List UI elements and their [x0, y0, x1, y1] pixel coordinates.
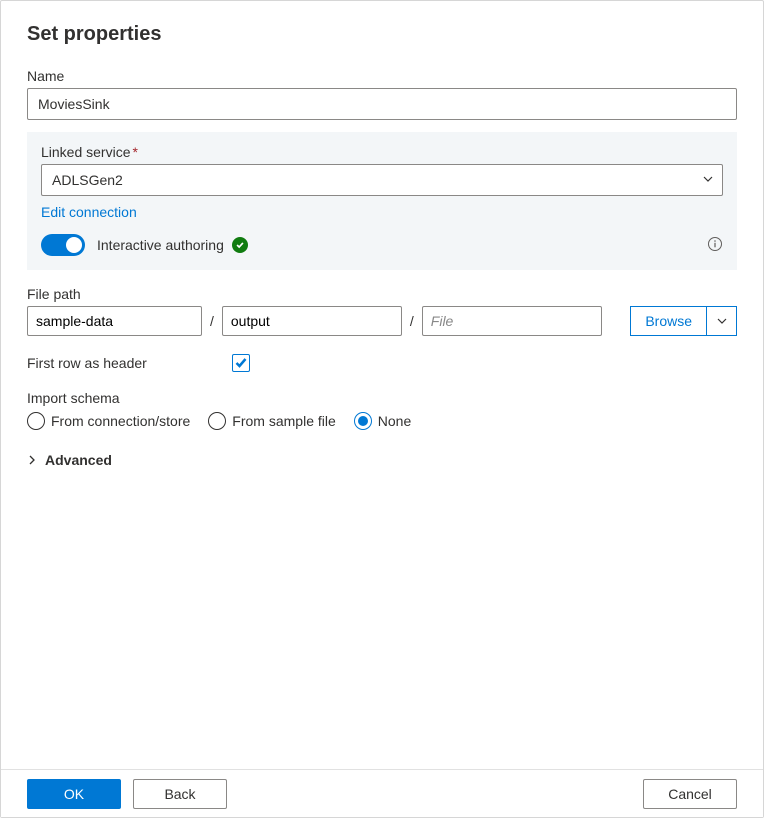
radio-icon [354, 412, 372, 430]
import-schema-options: From connection/store From sample file N… [27, 412, 737, 430]
browse-caret-button[interactable] [707, 306, 737, 336]
page-title: Set properties [27, 23, 737, 46]
file-path-file-input[interactable] [422, 306, 602, 336]
check-badge-icon [232, 237, 248, 253]
advanced-toggle[interactable]: Advanced [27, 452, 737, 468]
advanced-label: Advanced [45, 452, 112, 468]
radio-from-sample-file[interactable]: From sample file [208, 412, 335, 430]
import-schema-label: Import schema [27, 390, 737, 406]
radio-icon [208, 412, 226, 430]
panel-content: Set properties Name Linked service* ADLS… [1, 1, 763, 771]
linked-service-field: Linked service* ADLSGen2 [41, 144, 723, 196]
name-label: Name [27, 68, 737, 84]
file-path-folder-input[interactable] [27, 306, 202, 336]
radio-icon [27, 412, 45, 430]
name-field: Name [27, 68, 737, 120]
file-path-directory-input[interactable] [222, 306, 402, 336]
radio-label: From sample file [232, 413, 335, 429]
path-separator: / [410, 313, 414, 329]
cancel-button[interactable]: Cancel [643, 779, 737, 809]
radio-none[interactable]: None [354, 412, 411, 430]
linked-service-label: Linked service* [41, 144, 723, 160]
name-input[interactable] [27, 88, 737, 120]
first-row-header-checkbox[interactable] [232, 354, 250, 372]
import-schema-field: Import schema From connection/store From… [27, 390, 737, 430]
interactive-authoring-row: Interactive authoring [41, 234, 723, 256]
browse-button[interactable]: Browse [630, 306, 707, 336]
interactive-authoring-label: Interactive authoring [97, 237, 224, 253]
file-path-label: File path [27, 286, 737, 302]
interactive-authoring-toggle[interactable] [41, 234, 85, 256]
radio-from-connection[interactable]: From connection/store [27, 412, 190, 430]
chevron-down-icon [702, 172, 714, 188]
footer: OK Back Cancel [1, 769, 763, 817]
linked-service-box: Linked service* ADLSGen2 Edit connection… [27, 132, 737, 270]
radio-label: From connection/store [51, 413, 190, 429]
radio-label: None [378, 413, 411, 429]
linked-service-value: ADLSGen2 [52, 172, 123, 188]
back-button[interactable]: Back [133, 779, 227, 809]
file-path-field: File path / / Browse [27, 286, 737, 336]
info-icon[interactable] [707, 236, 723, 255]
edit-connection-link[interactable]: Edit connection [41, 204, 137, 220]
file-path-row: / / Browse [27, 306, 737, 336]
path-separator: / [210, 313, 214, 329]
ok-button[interactable]: OK [27, 779, 121, 809]
caret-right-icon [27, 455, 37, 465]
first-row-header-label: First row as header [27, 355, 232, 371]
linked-service-select[interactable]: ADLSGen2 [41, 164, 723, 196]
browse-group: Browse [630, 306, 737, 336]
linked-service-label-text: Linked service [41, 144, 131, 160]
required-star: * [133, 144, 138, 160]
first-row-header-field: First row as header [27, 354, 737, 372]
